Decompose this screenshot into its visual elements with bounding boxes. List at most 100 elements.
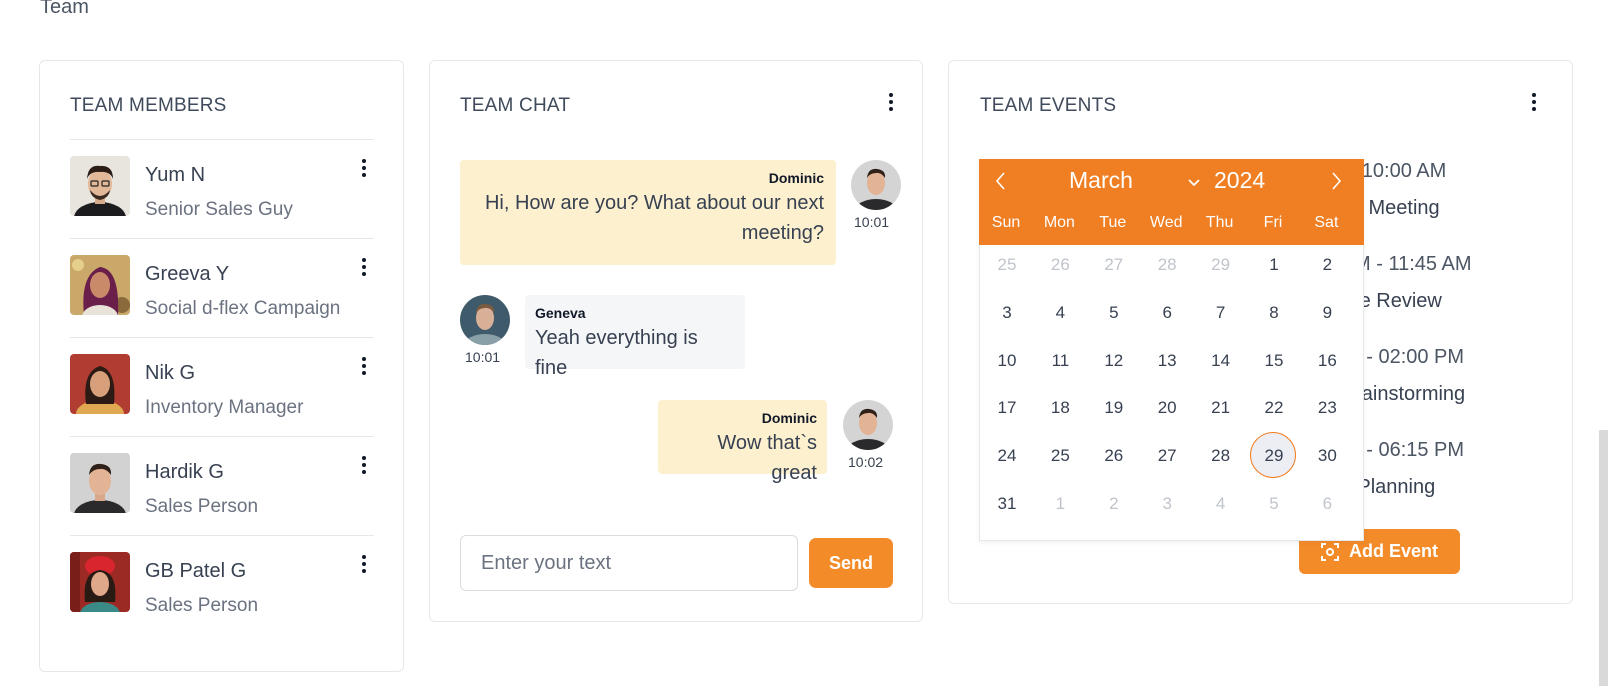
member-name: Greeva Y <box>145 263 230 285</box>
calendar-day[interactable]: 4 <box>1033 292 1087 334</box>
year-input[interactable]: 2024 <box>1214 167 1265 194</box>
message-author: Geneva <box>535 305 586 321</box>
member-name: Yum N <box>145 164 206 186</box>
message-author: Dominic <box>761 410 817 426</box>
message-text: Yeah everything is fine <box>535 327 698 379</box>
member-role: Senior Sales Guy <box>145 199 293 220</box>
more-options-icon[interactable] <box>354 553 374 575</box>
calendar-day[interactable]: 29 <box>1194 244 1248 286</box>
message-author: Dominic <box>768 170 824 186</box>
calendar-header: March 2024 Sun Mon Tue Wed Thu Fri Sat <box>979 159 1364 245</box>
more-options-icon[interactable] <box>354 256 374 278</box>
chat-message: Dominic Hi, How are you? What about our … <box>460 160 836 265</box>
calendar-day[interactable]: 9 <box>1300 292 1354 334</box>
chat-message: Dominic Wow that`s great <box>658 400 827 484</box>
calendar-day[interactable]: 26 <box>1087 435 1141 477</box>
member-role: Sales Person <box>145 595 259 616</box>
calendar-day[interactable]: 24 <box>980 435 1034 477</box>
weekday-label: Mon <box>1043 214 1075 231</box>
calendar-day[interactable]: 8 <box>1247 292 1301 334</box>
calendar-day[interactable]: 27 <box>1140 435 1194 477</box>
calendar-day[interactable]: 10 <box>980 340 1034 382</box>
calendar-day[interactable]: 19 <box>1087 387 1141 429</box>
calendar-day[interactable]: 1 <box>1247 244 1301 286</box>
calendar-day[interactable]: 21 <box>1194 387 1248 429</box>
avatar <box>460 295 510 345</box>
calendar-day[interactable]: 2 <box>1300 244 1354 286</box>
calendar-day[interactable]: 20 <box>1140 387 1194 429</box>
calendar-day[interactable]: 3 <box>980 292 1034 334</box>
calendar-day[interactable]: 15 <box>1247 340 1301 382</box>
more-options-icon[interactable] <box>1524 91 1544 113</box>
member-name: Nik G <box>145 362 195 384</box>
member-role: Social d-flex Campaign <box>145 298 341 319</box>
chat-message-input[interactable] <box>460 535 798 591</box>
add-event-label: Add Event <box>1348 541 1438 561</box>
date-picker: March 2024 Sun Mon Tue Wed Thu Fri Sat 25 26 27 2… <box>979 159 1364 541</box>
avatar <box>843 400 893 450</box>
calendar-day[interactable]: 27 <box>1087 244 1141 286</box>
more-options-icon[interactable] <box>354 157 374 179</box>
chevron-down-icon[interactable] <box>1187 175 1201 189</box>
calendar-day[interactable]: 6 <box>1300 483 1354 525</box>
avatar <box>70 255 130 315</box>
team-chat-title: TEAM CHAT <box>460 95 571 116</box>
chat-message: Geneva Yeah everything is fine <box>525 295 745 379</box>
member-role: Sales Person <box>145 496 259 517</box>
calendar-day[interactable]: 7 <box>1194 292 1248 334</box>
message-text: Hi, How are you? What about our next mee… <box>484 192 824 244</box>
calendar-day[interactable]: 25 <box>980 244 1034 286</box>
avatar <box>70 552 130 612</box>
team-members-card: TEAM MEMBERS Yum N Senior Sales Guy Gree… <box>39 60 404 672</box>
calendar-day[interactable]: 11 <box>1033 340 1087 382</box>
avatar <box>70 354 130 414</box>
member-item[interactable]: Nik G Inventory Manager <box>70 337 374 439</box>
chevron-left-icon[interactable] <box>989 168 1013 194</box>
weekday-label: Thu <box>1205 214 1234 231</box>
avatar <box>70 156 130 216</box>
calendar-day[interactable]: 14 <box>1194 340 1248 382</box>
member-name: Hardik G <box>145 461 224 483</box>
more-options-icon[interactable] <box>881 91 901 113</box>
calendar-day[interactable]: 2 <box>1087 483 1141 525</box>
calendar-day[interactable]: 1 <box>1033 483 1087 525</box>
calendar-day[interactable]: 31 <box>980 483 1034 525</box>
member-item[interactable]: GB Patel G Sales Person <box>70 535 374 637</box>
avatar <box>851 160 901 210</box>
calendar-day[interactable]: 12 <box>1087 340 1141 382</box>
month-select[interactable]: March <box>1069 167 1133 194</box>
message-time: 10:01 <box>465 349 501 365</box>
calendar-day[interactable]: 13 <box>1140 340 1194 382</box>
calendar-day[interactable]: 30 <box>1300 435 1354 477</box>
avatar <box>70 453 130 513</box>
send-button[interactable]: Send <box>809 538 893 588</box>
page-scrollbar[interactable] <box>1599 430 1608 686</box>
calendar-day[interactable]: 5 <box>1087 292 1141 334</box>
calendar-day[interactable]: 17 <box>980 387 1034 429</box>
member-item[interactable]: Yum N Senior Sales Guy <box>70 139 374 241</box>
calendar-day[interactable]: 6 <box>1140 292 1194 334</box>
member-role: Inventory Manager <box>145 397 304 418</box>
member-item[interactable]: Hardik G Sales Person <box>70 436 374 538</box>
calendar-day[interactable]: 28 <box>1140 244 1194 286</box>
calendar-day[interactable]: 3 <box>1140 483 1194 525</box>
calendar-day[interactable]: 26 <box>1033 244 1087 286</box>
calendar-day[interactable]: 16 <box>1300 340 1354 382</box>
message-time: 10:02 <box>848 454 884 470</box>
scan-focus-icon <box>1320 542 1339 561</box>
more-options-icon[interactable] <box>354 355 374 377</box>
calendar-day[interactable]: 28 <box>1194 435 1248 477</box>
chevron-right-icon[interactable] <box>1324 168 1348 194</box>
calendar-day[interactable]: 22 <box>1247 387 1301 429</box>
calendar-day[interactable]: 25 <box>1033 435 1087 477</box>
calendar-day[interactable]: 29 <box>1247 432 1301 479</box>
weekday-label: Tue <box>1099 214 1127 231</box>
more-options-icon[interactable] <box>354 454 374 476</box>
weekday-label: Sun <box>991 214 1021 231</box>
calendar-day[interactable]: 4 <box>1194 483 1248 525</box>
calendar-day[interactable]: 5 <box>1247 483 1301 525</box>
calendar-day[interactable]: 23 <box>1300 387 1354 429</box>
calendar-day[interactable]: 18 <box>1033 387 1087 429</box>
team-events-title: TEAM EVENTS <box>980 95 1117 116</box>
member-item[interactable]: Greeva Y Social d-flex Campaign <box>70 238 374 340</box>
